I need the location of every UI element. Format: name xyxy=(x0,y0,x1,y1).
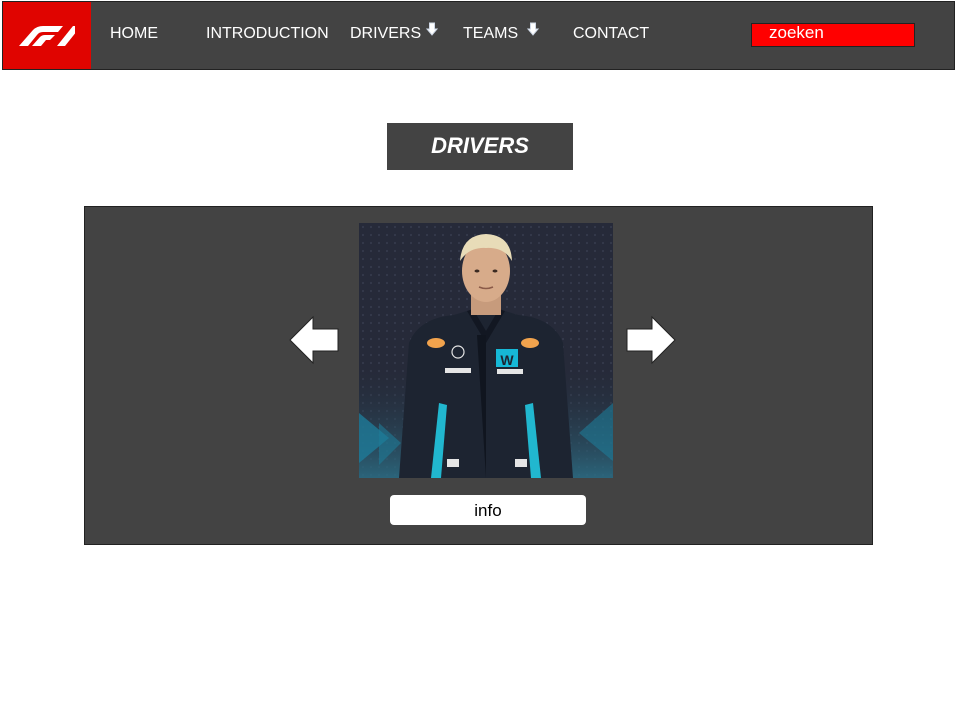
driver-photo: W xyxy=(359,223,613,478)
arrow-left-icon xyxy=(289,315,339,365)
search-input[interactable]: zoeken xyxy=(751,23,915,47)
nav-drivers[interactable]: DRIVERS xyxy=(350,0,439,69)
svg-text:W: W xyxy=(500,352,514,368)
top-navbar: HOME INTRODUCTION DRIVERS TEAMS CONTACT … xyxy=(2,1,955,70)
driver-carousel: W info xyxy=(84,206,873,545)
arrow-right-icon xyxy=(626,315,676,365)
arrow-down-icon xyxy=(426,0,439,64)
nav-introduction[interactable]: INTRODUCTION xyxy=(206,2,329,69)
arrow-down-icon xyxy=(527,0,540,64)
nav-home[interactable]: HOME xyxy=(110,2,158,69)
nav-contact[interactable]: CONTACT xyxy=(573,2,649,69)
f1-logo-icon xyxy=(19,26,75,46)
next-button[interactable] xyxy=(626,315,676,365)
info-button[interactable]: info xyxy=(390,495,586,525)
f1-logo[interactable] xyxy=(3,2,91,69)
page-title: DRIVERS xyxy=(387,123,573,170)
prev-button[interactable] xyxy=(289,315,339,365)
nav-teams-label: TEAMS xyxy=(463,25,519,42)
nav-drivers-label: DRIVERS xyxy=(350,25,422,42)
nav-teams[interactable]: TEAMS xyxy=(463,0,540,69)
